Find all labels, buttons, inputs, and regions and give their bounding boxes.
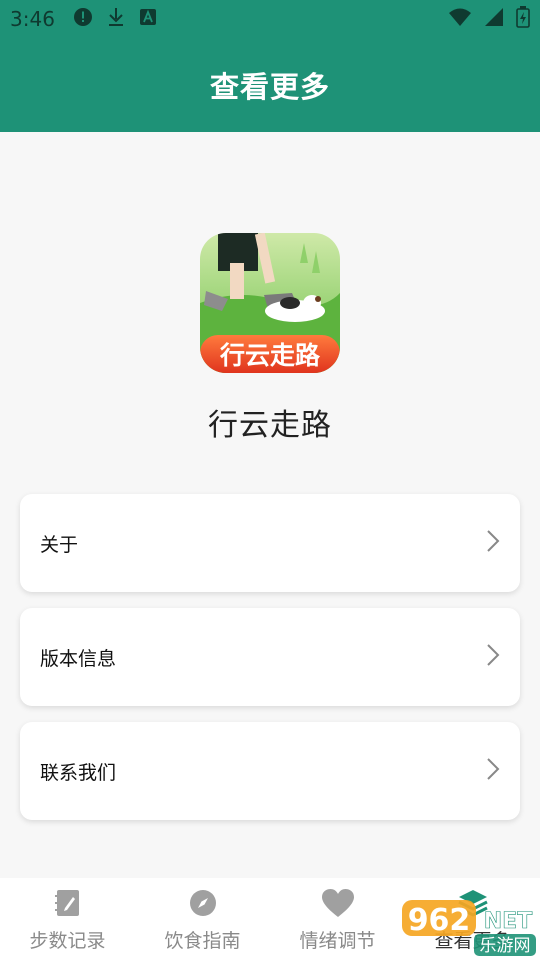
- site-watermark: 962 NET 乐游网: [398, 888, 540, 960]
- page-title: 查看更多: [209, 70, 330, 104]
- tab-label: 情绪调节: [299, 930, 376, 952]
- watermark-number: 962: [408, 903, 471, 938]
- tab-label: 步数记录: [29, 930, 106, 952]
- main-content: 行云走路 行云走路 关于 版本信息 联系我们: [0, 132, 540, 878]
- menu-item-label: 版本信息: [40, 647, 117, 670]
- tab-step-records[interactable]: 步数记录: [0, 878, 135, 960]
- tab-diet-guide[interactable]: 饮食指南: [135, 878, 270, 960]
- app-header: 查看更多: [0, 38, 540, 132]
- app-logo: 行云走路: [200, 233, 340, 373]
- download-icon: [107, 7, 125, 31]
- signal-icon: [484, 7, 504, 31]
- app-name: 行云走路: [208, 408, 332, 443]
- chevron-right-icon: [486, 529, 500, 557]
- compass-icon: [188, 888, 218, 922]
- app-logo-text: 行云走路: [219, 341, 321, 370]
- chevron-right-icon: [486, 757, 500, 785]
- heart-icon: [321, 888, 355, 922]
- wifi-icon: [448, 7, 472, 31]
- tab-mood-regulation[interactable]: 情绪调节: [270, 878, 405, 960]
- menu-item-label: 联系我们: [40, 761, 117, 784]
- battery-icon: [516, 6, 530, 32]
- menu-item-label: 关于: [40, 533, 79, 556]
- tab-label: 饮食指南: [164, 930, 241, 952]
- notebook-pen-icon: [53, 888, 83, 922]
- status-bar: 3:46: [0, 0, 540, 38]
- watermark-suffix: NET: [484, 909, 532, 934]
- watermark-text: 乐游网: [480, 936, 531, 956]
- status-time: 3:46: [10, 7, 55, 31]
- menu-item-contact[interactable]: 联系我们: [20, 722, 520, 820]
- alert-icon: [73, 7, 93, 31]
- text-a-icon: [139, 8, 157, 30]
- chevron-right-icon: [486, 643, 500, 671]
- menu-item-version[interactable]: 版本信息: [20, 608, 520, 706]
- menu-item-about[interactable]: 关于: [20, 494, 520, 592]
